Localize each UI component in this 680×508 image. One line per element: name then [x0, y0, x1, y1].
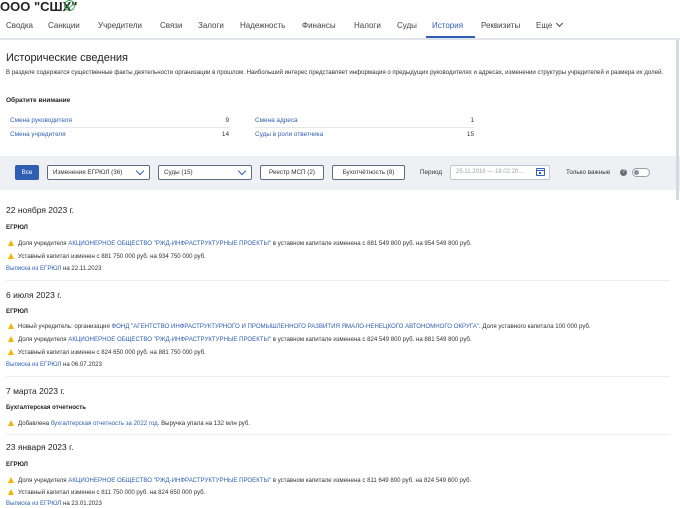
- event-divider: [6, 280, 670, 281]
- extract-line: Выписка из ЕГРЮЛ на 22.11.2023: [6, 265, 102, 272]
- egrul-extract-link[interactable]: Выписка из ЕГРЮЛ: [6, 500, 61, 507]
- stat-director-change-link[interactable]: Смена руководителя: [10, 117, 72, 124]
- page-title: Исторические сведения: [6, 52, 128, 64]
- egrul-extract-link[interactable]: Выписка из ЕГРЮЛ: [6, 361, 61, 368]
- warning-icon: [8, 253, 14, 259]
- tab-requisites[interactable]: Реквизиты: [481, 14, 520, 38]
- stat-founder-change-count: 14: [221, 131, 229, 138]
- help-icon[interactable]: ?: [620, 169, 627, 176]
- top-bar: ООО "СШХ" Сводка Санкции Учредители Связ…: [0, 0, 680, 40]
- attention-heading: Обратите внимание: [6, 97, 71, 104]
- event-line: Уставный капитал изменен с 824 650 000 р…: [8, 348, 206, 356]
- founder-link[interactable]: ФОНД "АГЕНТСТВО ИНФРАСТРУКТУРНОГО И ПРОМ…: [111, 323, 479, 330]
- tab-connections[interactable]: Связи: [160, 14, 182, 38]
- stat-address-change-count: 1: [470, 117, 474, 124]
- filter-all-button[interactable]: Все: [15, 165, 39, 180]
- tab-more-label: Еще: [536, 21, 553, 30]
- chevron-down-icon: [237, 166, 247, 176]
- event-divider: [6, 376, 670, 377]
- founder-link[interactable]: АКЦИОНЕРНОЕ ОБЩЕСТВО "РЖД-ИНФРАСТРУКТУРН…: [68, 240, 271, 247]
- stat-address-change-link[interactable]: Смена адреса: [255, 117, 298, 124]
- msp-registry-button[interactable]: Реестр МСП (2): [260, 165, 324, 180]
- check-circle-icon: [64, 0, 75, 11]
- extract-line: Выписка из ЕГРЮЛ на 23.01.2023: [6, 500, 102, 507]
- period-label: Период: [420, 169, 443, 176]
- warning-icon: [8, 349, 14, 355]
- tab-more[interactable]: Еще: [536, 14, 564, 38]
- calendar-icon[interactable]: [536, 168, 545, 176]
- tab-finance[interactable]: Финансы: [302, 14, 336, 38]
- event-line: Добавлена бухгалтерская отчетность за 20…: [8, 419, 250, 427]
- tab-courts[interactable]: Суды: [397, 14, 417, 38]
- important-only-label: Только важные: [566, 169, 611, 176]
- tab-pledges[interactable]: Залоги: [198, 14, 224, 38]
- courts-dropdown-label: Суды (15): [164, 169, 193, 176]
- event-line: Доля учредителя АКЦИОНЕРНОЕ ОБЩЕСТВО "РЖ…: [8, 239, 472, 247]
- warning-icon: [8, 477, 14, 483]
- event-line: Уставный капитал изменен с 811 750 000 р…: [8, 488, 205, 496]
- tab-reliability[interactable]: Надежность: [240, 14, 285, 38]
- period-value: 25.11.2016 — 18.02.20...: [456, 169, 524, 175]
- extract-line: Выписка из ЕГРЮЛ на 06.07.2023: [6, 361, 102, 368]
- period-date-input[interactable]: 25.11.2016 — 18.02.20...: [450, 165, 550, 180]
- stat-defendant-courts-count: 15: [466, 131, 474, 138]
- chevron-down-icon: [556, 19, 564, 28]
- egrul-changes-dropdown-label: Изменения ЕГРЮЛ (36): [53, 169, 123, 176]
- important-only-toggle[interactable]: [632, 168, 650, 177]
- warning-icon: [8, 240, 14, 246]
- event-divider: [6, 434, 670, 435]
- event-date: 6 июля 2023 г.: [6, 290, 62, 300]
- stat-divider: [255, 127, 475, 128]
- event-line: Уставный капитал изменен с 881 750 000 р…: [8, 252, 206, 260]
- event-date: 22 ноября 2023 г.: [6, 205, 74, 215]
- warning-icon: [8, 323, 14, 329]
- stat-founder-change-link[interactable]: Смена учредителя: [10, 131, 66, 138]
- tab-founders[interactable]: Учредители: [98, 14, 142, 38]
- event-source: ЕГРЮЛ: [6, 224, 28, 231]
- event-source: ЕГРЮЛ: [6, 308, 28, 315]
- stat-director-change-count: 9: [225, 117, 229, 124]
- egrul-extract-link[interactable]: Выписка из ЕГРЮЛ: [6, 265, 61, 272]
- egrul-changes-dropdown[interactable]: Изменения ЕГРЮЛ (36): [47, 165, 150, 180]
- courts-dropdown[interactable]: Суды (15): [158, 165, 252, 180]
- section-description: В разделе содержатся существенные факты …: [6, 69, 664, 76]
- accounting-button[interactable]: Бухотчётность (8): [332, 165, 405, 180]
- tabs-divider: [0, 38, 680, 40]
- accounting-report-link[interactable]: бухгалтерская отчетность за 2022 год: [51, 420, 158, 427]
- event-source: ЕГРЮЛ: [6, 461, 28, 468]
- founder-link[interactable]: АКЦИОНЕРНОЕ ОБЩЕСТВО "РЖД-ИНФРАСТРУКТУРН…: [68, 477, 271, 484]
- event-line: Доля учредителя АКЦИОНЕРНОЕ ОБЩЕСТВО "РЖ…: [8, 476, 471, 484]
- nav-tabs: Сводка Санкции Учредители Связи Залоги Н…: [0, 14, 680, 38]
- founder-link[interactable]: АКЦИОНЕРНОЕ ОБЩЕСТВО "РЖД-ИНФРАСТРУКТУРН…: [68, 336, 271, 343]
- stat-divider: [10, 127, 230, 128]
- tab-taxes[interactable]: Налоги: [354, 14, 381, 38]
- tab-history[interactable]: История: [432, 14, 463, 38]
- tab-summary[interactable]: Сводка: [6, 14, 33, 38]
- scrollbar[interactable]: [676, 40, 679, 200]
- warning-icon: [8, 489, 14, 495]
- event-line: Доля учредителя АКЦИОНЕРНОЕ ОБЩЕСТВО "РЖ…: [8, 335, 472, 343]
- tab-sanctions[interactable]: Санкции: [48, 14, 80, 38]
- warning-icon: [8, 336, 14, 342]
- filter-bar: Все Изменения ЕГРЮЛ (36) Суды (15) Реест…: [0, 156, 680, 190]
- event-line: Новый учредитель: организация ФОНД "АГЕН…: [8, 322, 591, 330]
- event-date: 23 января 2023 г.: [6, 442, 74, 452]
- stat-defendant-courts-link[interactable]: Суды в роли ответчика: [255, 131, 323, 138]
- chevron-down-icon: [135, 166, 145, 176]
- event-source: Бухгалтерская отчетность: [6, 404, 86, 411]
- warning-icon: [8, 420, 14, 426]
- event-date: 7 марта 2023 г.: [6, 386, 65, 396]
